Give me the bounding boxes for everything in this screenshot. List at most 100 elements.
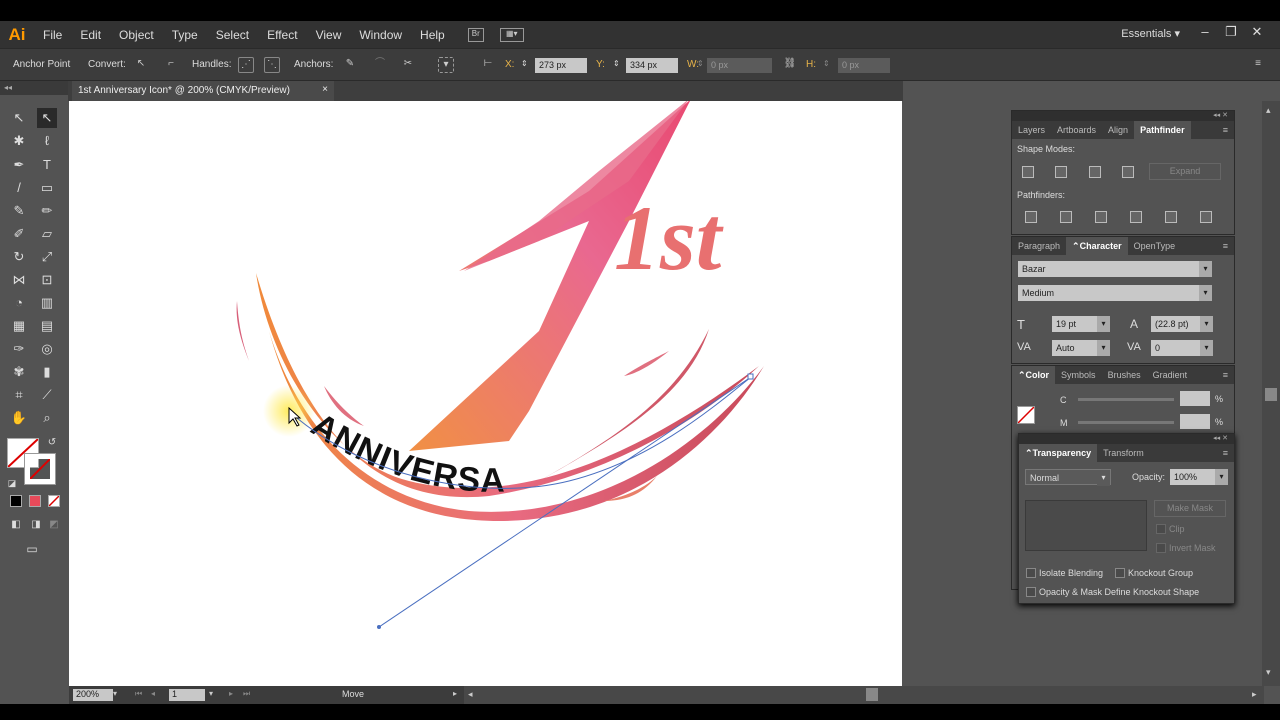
- width-tool-icon[interactable]: ⋈: [9, 270, 29, 290]
- panel-menu-icon[interactable]: ≡: [1223, 448, 1234, 458]
- convert-smooth-icon[interactable]: ⌐: [163, 57, 179, 73]
- tab-brushes[interactable]: Brushes: [1102, 370, 1147, 380]
- pen-tool-icon[interactable]: ✒: [9, 155, 29, 175]
- vertical-scrollbar[interactable]: ▴ ▾: [1262, 101, 1280, 686]
- artboard-tool-icon[interactable]: ⌗: [9, 385, 29, 405]
- tab-transparency[interactable]: ⌃Transparency: [1019, 444, 1098, 462]
- tab-artboards[interactable]: Artboards: [1051, 125, 1102, 135]
- menu-view[interactable]: View: [307, 28, 351, 42]
- magic-wand-tool-icon[interactable]: ✱: [9, 131, 29, 151]
- paintbrush-tool-icon[interactable]: ✎: [9, 201, 29, 221]
- lasso-tool-icon[interactable]: ℓ: [37, 131, 57, 151]
- default-fill-stroke-icon[interactable]: ◪: [2, 473, 22, 493]
- remove-anchor-icon[interactable]: ✎: [342, 57, 358, 73]
- artboard-canvas[interactable]: 1st ANNIVERSARY: [69, 101, 902, 686]
- minimize-icon[interactable]: –: [1194, 24, 1216, 44]
- zoom-field[interactable]: 200%: [73, 689, 113, 701]
- line-tool-icon[interactable]: /: [9, 178, 29, 198]
- prev-artboard-icon[interactable]: ◂: [151, 689, 155, 698]
- trim-icon[interactable]: [1060, 211, 1072, 223]
- free-transform-tool-icon[interactable]: ⊡: [37, 270, 57, 290]
- gradient-tool-icon[interactable]: ▤: [37, 316, 57, 336]
- minus-back-icon[interactable]: [1200, 211, 1212, 223]
- x-stepper[interactable]: ⇕: [521, 59, 528, 68]
- document-tab[interactable]: 1st Anniversary Icon* @ 200% (CMYK/Previ…: [72, 81, 334, 101]
- y-field[interactable]: 334 px: [626, 58, 678, 73]
- panel-menu-icon[interactable]: ≡: [1223, 125, 1234, 135]
- scale-tool-icon[interactable]: ⤢: [37, 247, 57, 267]
- control-menu-icon[interactable]: ≡: [1250, 57, 1266, 73]
- last-artboard-icon[interactable]: ⏭: [243, 689, 250, 699]
- draw-normal-icon[interactable]: ◧: [6, 515, 26, 535]
- tab-symbols[interactable]: Symbols: [1055, 370, 1102, 380]
- leading-field[interactable]: (22.8 pt) ▾: [1151, 316, 1213, 332]
- first-artboard-icon[interactable]: ⏮: [135, 689, 142, 699]
- w-field[interactable]: 0 px: [707, 58, 772, 73]
- menu-type[interactable]: Type: [163, 28, 207, 42]
- tab-gradient[interactable]: Gradient: [1147, 370, 1194, 380]
- horizontal-scroll-thumb[interactable]: [866, 688, 878, 701]
- panel-menu-icon[interactable]: ≡: [1223, 241, 1234, 251]
- clip-checkbox[interactable]: [1156, 524, 1166, 534]
- menu-effect[interactable]: Effect: [258, 28, 306, 42]
- menu-file[interactable]: File: [34, 28, 71, 42]
- tab-paragraph[interactable]: Paragraph: [1012, 241, 1066, 251]
- panel-menu-icon[interactable]: ≡: [1223, 370, 1234, 380]
- zoom-tool-icon[interactable]: ⌕: [37, 408, 57, 428]
- panel-collapse-icon[interactable]: ◂◂ ✕: [1019, 434, 1234, 444]
- eyedropper-tool-icon[interactable]: ✑: [9, 339, 29, 359]
- tab-color[interactable]: ⌃Color: [1012, 366, 1056, 384]
- screen-mode-icon[interactable]: ▭: [22, 539, 42, 559]
- h-stepper[interactable]: ⇕: [823, 59, 830, 68]
- tracking-field[interactable]: 0 ▾: [1151, 340, 1213, 356]
- exclude-icon[interactable]: [1122, 166, 1134, 178]
- hand-tool-icon[interactable]: ✋: [9, 408, 29, 428]
- font-size-field[interactable]: 19 pt ▾: [1052, 316, 1110, 332]
- expand-button[interactable]: Expand: [1149, 163, 1221, 180]
- make-mask-button[interactable]: Make Mask: [1154, 500, 1226, 517]
- minus-front-icon[interactable]: [1055, 166, 1067, 178]
- blend-tool-icon[interactable]: ◎: [37, 339, 57, 359]
- opacity-field[interactable]: 100% ▾: [1170, 469, 1228, 485]
- magenta-field[interactable]: [1180, 414, 1210, 429]
- panel-collapse-icon[interactable]: ◂◂ ✕: [1012, 111, 1234, 121]
- isolate-blending-checkbox[interactable]: [1026, 568, 1036, 578]
- w-stepper[interactable]: ⇕: [697, 59, 704, 68]
- menu-object[interactable]: Object: [110, 28, 163, 42]
- magenta-slider[interactable]: [1078, 421, 1174, 424]
- merge-icon[interactable]: [1095, 211, 1107, 223]
- constrain-proportions-icon[interactable]: ⛓: [782, 57, 798, 73]
- horizontal-scrollbar[interactable]: ◂ ▸: [464, 686, 1264, 704]
- knockout-group-checkbox[interactable]: [1115, 568, 1125, 578]
- close-document-icon[interactable]: ×: [322, 84, 328, 95]
- invert-mask-checkbox[interactable]: [1156, 543, 1166, 553]
- mask-thumbnail[interactable]: [1025, 500, 1147, 551]
- cyan-field[interactable]: [1180, 391, 1210, 406]
- tab-character[interactable]: ⌃Character: [1066, 237, 1128, 255]
- gradient-mode-icon[interactable]: [29, 495, 41, 507]
- blend-mode-dropdown[interactable]: Normal ▾: [1025, 469, 1111, 486]
- cut-path-icon[interactable]: ✂: [400, 57, 416, 73]
- outline-icon[interactable]: [1165, 211, 1177, 223]
- pencil-tool-icon[interactable]: ✏: [37, 201, 57, 221]
- mesh-tool-icon[interactable]: ▦: [9, 316, 29, 336]
- isolate-selection-icon[interactable]: ▾: [438, 57, 454, 73]
- zoom-dropdown-icon[interactable]: ▾: [113, 689, 117, 698]
- hide-handles-icon[interactable]: ⋱: [264, 57, 280, 73]
- crop-icon[interactable]: [1130, 211, 1142, 223]
- font-family-dropdown[interactable]: Bazar ▾: [1018, 261, 1212, 277]
- arrange-documents-icon[interactable]: ▦▾: [499, 27, 524, 42]
- scroll-down-icon[interactable]: ▾: [1266, 667, 1271, 678]
- intersect-icon[interactable]: [1089, 166, 1101, 178]
- tab-align[interactable]: Align: [1102, 125, 1134, 135]
- h-field[interactable]: 0 px: [838, 58, 890, 73]
- kerning-field[interactable]: Auto ▾: [1052, 340, 1110, 356]
- artboard-dropdown-icon[interactable]: ▾: [209, 689, 213, 698]
- opacity-mask-knockout-checkbox[interactable]: [1026, 587, 1036, 597]
- align-icon[interactable]: ⊢: [480, 57, 496, 73]
- artboard-number-field[interactable]: 1: [169, 689, 205, 701]
- status-menu-icon[interactable]: ▸: [453, 689, 457, 698]
- draw-inside-icon[interactable]: ◩: [44, 515, 64, 535]
- x-field[interactable]: 273 px: [535, 58, 587, 73]
- eraser-tool-icon[interactable]: ▱: [37, 224, 57, 244]
